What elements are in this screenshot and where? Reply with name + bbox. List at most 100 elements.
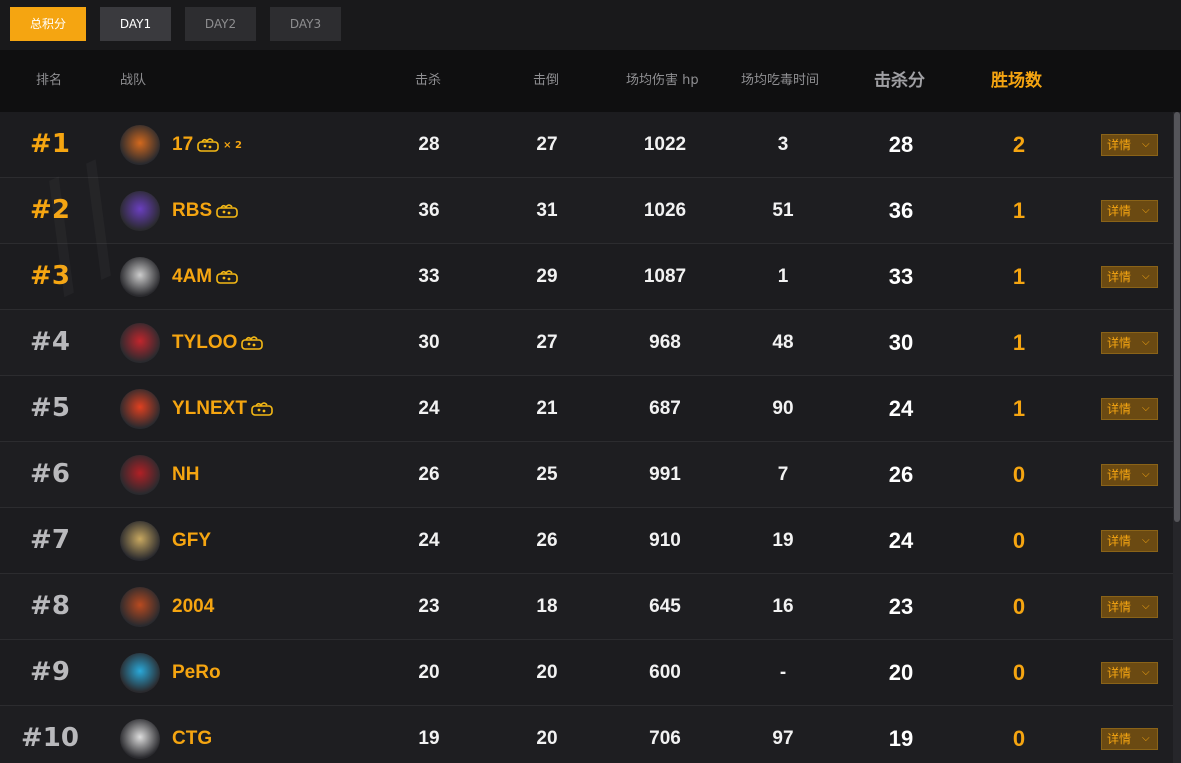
chicken-dinner-icon <box>251 401 275 421</box>
detail-button[interactable]: 详情 ⌵ <box>1101 662 1158 684</box>
knocks: 31 <box>536 200 558 221</box>
team-name: TYLOO <box>172 332 238 353</box>
header-avg-poison-time: 场均吃毒时间 <box>741 73 820 88</box>
avg-poison-time: - <box>779 662 787 683</box>
kills: 19 <box>418 728 440 749</box>
rank: #7 <box>30 525 70 555</box>
wins: 1 <box>1012 330 1026 355</box>
detail-label: 详情 <box>1107 732 1132 746</box>
rank: #5 <box>30 393 70 423</box>
standings-table: #1 17 28 27 1022 3 28 2 详情 ⌵ × 2 #2 RBS 3… <box>0 112 1181 763</box>
avg-damage: 910 <box>649 530 681 551</box>
team-logo <box>120 191 160 231</box>
tab-day2[interactable]: DAY2 <box>185 7 256 41</box>
kills: 30 <box>418 332 440 353</box>
team-name: 2004 <box>172 596 215 617</box>
chevron-down-icon: ⌵ <box>1142 271 1150 282</box>
team-logo <box>120 257 160 297</box>
detail-button[interactable]: 详情 ⌵ <box>1101 332 1158 354</box>
kill-score: 23 <box>888 594 914 619</box>
tab-day3[interactable]: DAY3 <box>270 7 341 41</box>
team-name: NH <box>172 464 200 485</box>
kill-score: 26 <box>888 462 914 487</box>
detail-button[interactable]: 详情 ⌵ <box>1101 200 1158 222</box>
avg-damage: 991 <box>649 464 681 485</box>
wins: 1 <box>1012 396 1026 421</box>
chicken-dinner-icon <box>216 269 240 289</box>
win-multiplier: × 2 <box>223 140 242 151</box>
detail-button[interactable]: 详情 ⌵ <box>1101 530 1158 552</box>
scrollbar[interactable] <box>1173 112 1181 763</box>
detail-button[interactable]: 详情 ⌵ <box>1101 728 1158 750</box>
team-name: 4AM <box>172 266 213 287</box>
kill-score: 24 <box>888 528 914 553</box>
avg-poison-time: 3 <box>777 134 789 155</box>
knocks: 20 <box>536 728 558 749</box>
tab-day1[interactable]: DAY1 <box>100 7 171 41</box>
table-row: #3 4AM 33 29 1087 1 33 1 详情 ⌵ <box>0 244 1181 310</box>
knocks: 26 <box>536 530 558 551</box>
wins: 1 <box>1012 264 1026 289</box>
avg-damage: 645 <box>649 596 681 617</box>
wins: 0 <box>1012 660 1026 685</box>
detail-label: 详情 <box>1107 534 1132 548</box>
chevron-down-icon: ⌵ <box>1142 667 1150 678</box>
detail-label: 详情 <box>1107 204 1132 218</box>
table-row: #6 NH 26 25 991 7 26 0 详情 ⌵ <box>0 442 1181 508</box>
wins: 0 <box>1012 462 1026 487</box>
kill-score: 30 <box>888 330 914 355</box>
kills: 20 <box>418 662 440 683</box>
rank: #6 <box>30 459 70 489</box>
team-name: RBS <box>172 200 213 221</box>
table-row: #2 RBS 36 31 1026 51 36 1 详情 ⌵ <box>0 178 1181 244</box>
rank: #1 <box>30 129 70 159</box>
tab-total-score[interactable]: 总积分 <box>10 7 86 41</box>
scrollbar-thumb[interactable] <box>1174 112 1180 522</box>
team-logo <box>120 455 160 495</box>
detail-label: 详情 <box>1107 402 1132 416</box>
kills: 28 <box>418 134 440 155</box>
header-kills: 击杀 <box>415 73 442 88</box>
detail-button[interactable]: 详情 ⌵ <box>1101 398 1158 420</box>
team-logo <box>120 719 160 759</box>
header-rank: 排名 <box>36 73 63 88</box>
kill-score: 20 <box>888 660 914 685</box>
detail-label: 详情 <box>1107 666 1132 680</box>
avg-poison-time: 7 <box>777 464 789 485</box>
detail-button[interactable]: 详情 ⌵ <box>1101 596 1158 618</box>
team-name: 17 <box>172 134 194 155</box>
table-row: #5 YLNEXT 24 21 687 90 24 1 详情 ⌵ <box>0 376 1181 442</box>
header-kill-score: 击杀分 <box>874 71 925 91</box>
detail-label: 详情 <box>1107 468 1132 482</box>
knocks: 27 <box>536 332 558 353</box>
detail-button[interactable]: 详情 ⌵ <box>1101 464 1158 486</box>
rank: #10 <box>21 723 79 753</box>
kills: 24 <box>418 398 440 419</box>
chicken-dinner-icon <box>216 203 240 223</box>
team-name: PeRo <box>172 662 221 683</box>
avg-damage: 1026 <box>643 200 687 221</box>
team-name: GFY <box>172 530 212 551</box>
team-logo <box>120 521 160 561</box>
avg-poison-time: 48 <box>772 332 794 353</box>
kills: 33 <box>418 266 440 287</box>
wins: 1 <box>1012 198 1026 223</box>
avg-poison-time: 1 <box>777 266 789 287</box>
chicken-dinner-icon <box>197 137 221 157</box>
kill-score: 19 <box>888 726 914 751</box>
detail-button[interactable]: 详情 ⌵ <box>1101 134 1158 156</box>
chevron-down-icon: ⌵ <box>1142 403 1150 414</box>
detail-label: 详情 <box>1107 138 1132 152</box>
detail-button[interactable]: 详情 ⌵ <box>1101 266 1158 288</box>
chevron-down-icon: ⌵ <box>1142 205 1150 216</box>
kill-score: 36 <box>888 198 914 223</box>
detail-label: 详情 <box>1107 600 1132 614</box>
table-row: #4 TYLOO 30 27 968 48 30 1 详情 ⌵ <box>0 310 1181 376</box>
avg-poison-time: 97 <box>772 728 794 749</box>
table-row: #8 2004 23 18 645 16 23 0 详情 ⌵ <box>0 574 1181 640</box>
avg-damage: 968 <box>649 332 681 353</box>
kills: 26 <box>418 464 440 485</box>
knocks: 29 <box>536 266 558 287</box>
team-logo <box>120 323 160 363</box>
tab-bar: 总积分 DAY1 DAY2 DAY3 <box>0 0 1181 50</box>
